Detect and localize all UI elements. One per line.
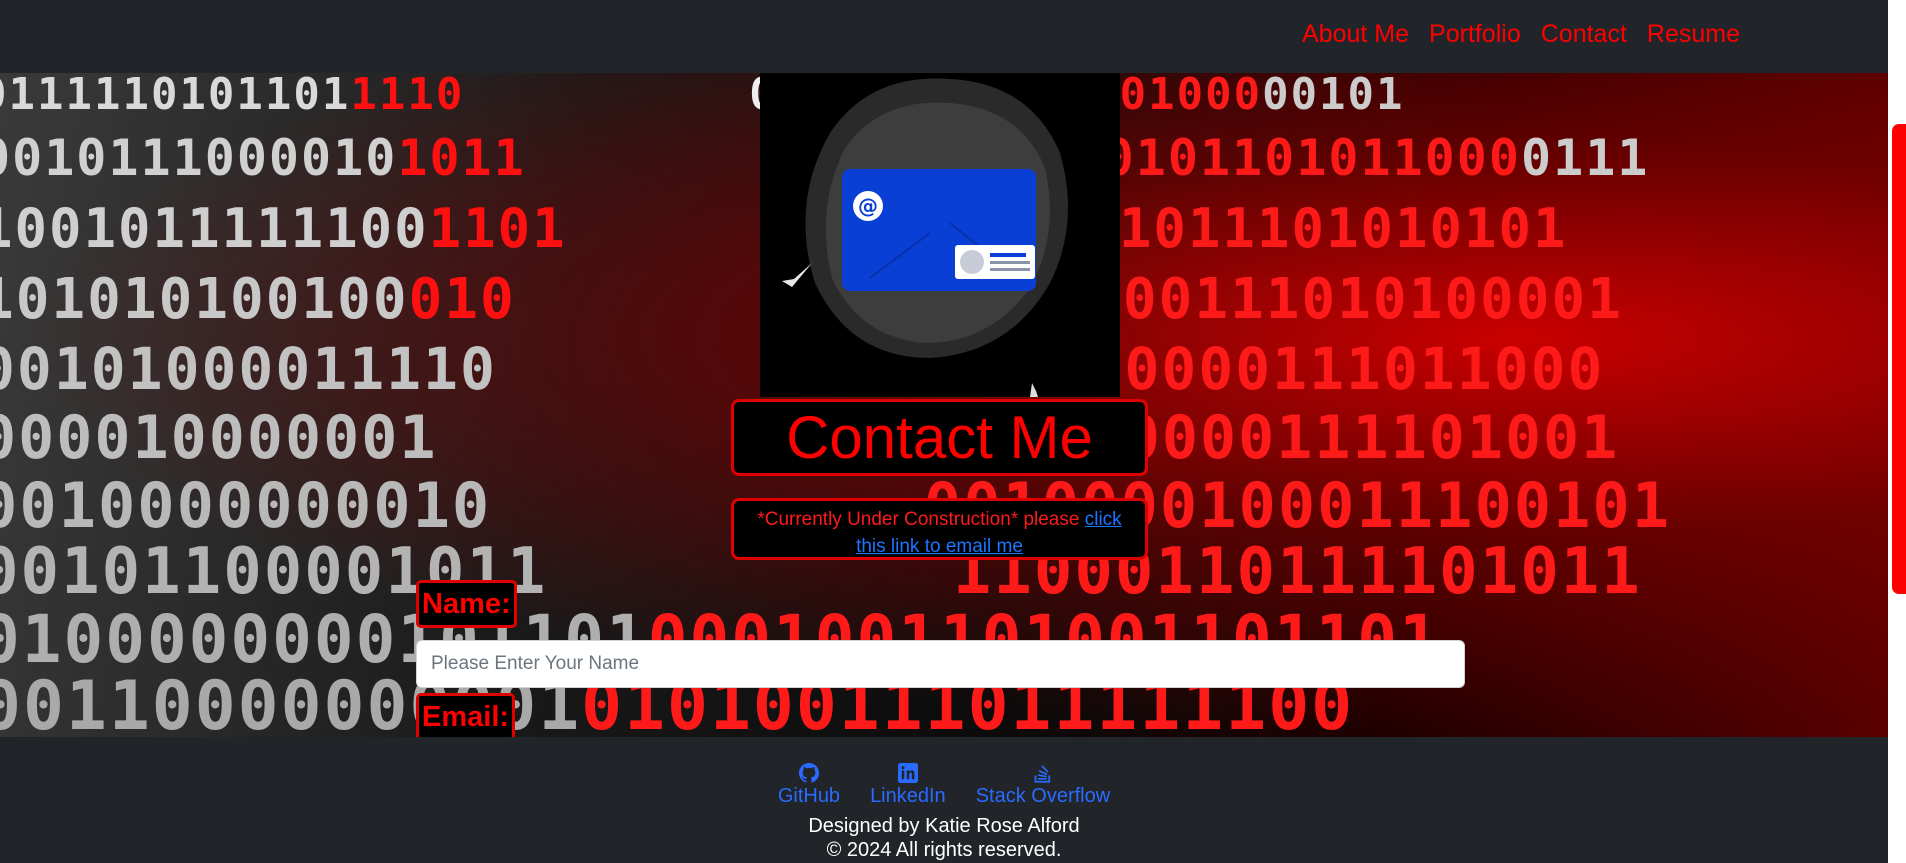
github-icon <box>798 763 819 783</box>
footer: GitHub LinkedIn Stack Overflow Designed … <box>0 737 1888 863</box>
stackoverflow-link[interactable]: Stack Overflow <box>976 763 1110 808</box>
linkedin-link[interactable]: LinkedIn <box>870 763 946 808</box>
name-input[interactable] <box>416 640 1465 688</box>
linkedin-icon <box>897 763 918 783</box>
email-label: Email: <box>416 693 516 737</box>
scrollbar[interactable] <box>1888 0 1906 863</box>
stackoverflow-icon <box>1034 765 1051 783</box>
navbar: About Me Portfolio Contact Resume <box>0 0 1888 73</box>
copyright: © 2024 All rights reserved. <box>826 839 1062 861</box>
stackoverflow-label: Stack Overflow <box>975 785 1111 807</box>
contact-illustration: @ <box>760 73 1120 397</box>
svg-text:@: @ <box>858 194 878 218</box>
linkedin-label: LinkedIn <box>870 785 946 807</box>
hero-section: 01111101011011110xxxxxxxxxx0001111100101… <box>0 73 1888 737</box>
construction-notice: *Currently Under Construction* please cl… <box>731 498 1148 560</box>
page-title: Contact Me <box>731 399 1148 476</box>
scrollbar-thumb[interactable] <box>1892 124 1906 594</box>
notice-text: *Currently Under Construction* please <box>757 509 1085 530</box>
nav-resume[interactable]: Resume <box>1647 20 1740 49</box>
designer-credit: Designed by Katie Rose Alford <box>808 815 1080 837</box>
nav-links: About Me Portfolio Contact Resume <box>1302 20 1740 49</box>
name-label: Name: <box>416 580 517 628</box>
social-links: GitHub LinkedIn Stack Overflow <box>0 763 1888 808</box>
nav-contact[interactable]: Contact <box>1541 20 1627 49</box>
nav-about-me[interactable]: About Me <box>1302 20 1409 49</box>
nav-portfolio[interactable]: Portfolio <box>1429 20 1521 49</box>
github-link[interactable]: GitHub <box>778 763 840 808</box>
email-card-icon: @ <box>782 78 1068 397</box>
github-label: GitHub <box>777 785 841 807</box>
